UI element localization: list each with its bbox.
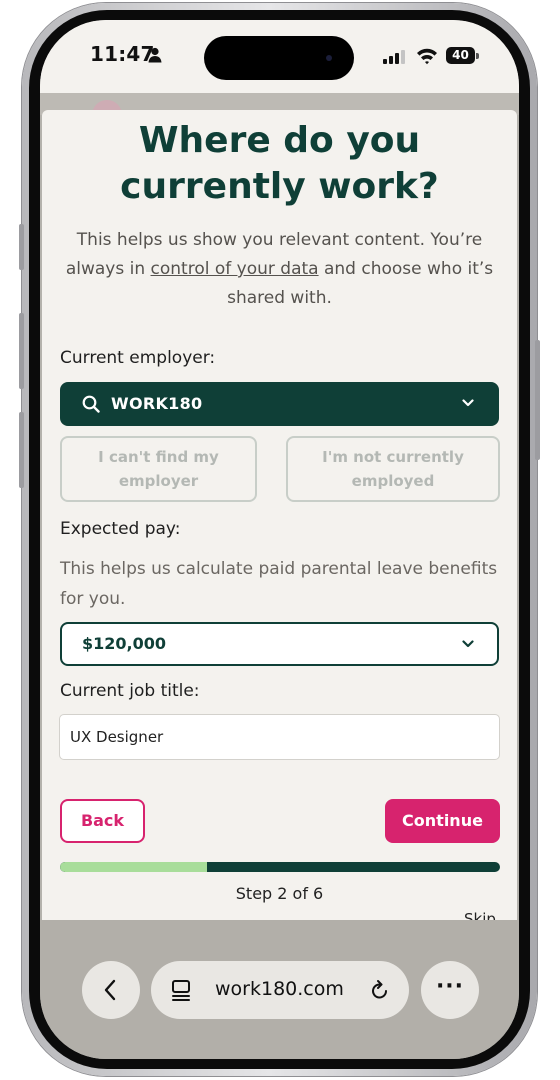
dynamic-island (204, 36, 354, 80)
continue-button[interactable]: Continue (385, 799, 500, 843)
skip-link[interactable]: Skip (464, 910, 496, 920)
tab-overview-icon (172, 980, 190, 1001)
control-of-data-link[interactable]: control of your data (151, 259, 319, 279)
more-options-button[interactable]: ··· (421, 961, 479, 1019)
not-employed-label: I'm not currently employed (322, 448, 464, 490)
person-icon (148, 47, 162, 63)
onboarding-card: Where do you currently work? This helps … (42, 110, 517, 920)
cellular-signal-icon (383, 50, 405, 64)
pay-helper-text: This helps us calculate paid parental le… (60, 559, 498, 609)
employer-value: WORK180 (111, 394, 203, 413)
address-bar[interactable]: work180.com (151, 961, 409, 1019)
step-indicator: Step 2 of 6 (235, 884, 324, 903)
job-title-label: Current job title: (60, 681, 200, 701)
chevron-down-icon (462, 399, 474, 407)
status-time: 11:47 (90, 42, 155, 66)
power-button (535, 340, 540, 460)
expected-pay-select[interactable]: $120,000 (60, 622, 499, 666)
chevron-down-icon (462, 640, 474, 648)
status-bar: 11:47 40 (40, 20, 519, 93)
employer-label: Current employer: (60, 348, 216, 368)
progress-bar (60, 862, 500, 872)
action-button (19, 224, 24, 270)
battery-icon: 40 (446, 47, 480, 65)
expected-pay-value: $120,000 (82, 634, 167, 653)
screen: 11:47 40 Where do you currently work? Th… (40, 20, 519, 1059)
url-text: work180.com (215, 978, 344, 1000)
camera-icon (326, 55, 332, 61)
browser-back-button[interactable] (82, 961, 140, 1019)
search-icon (82, 395, 100, 413)
wifi-icon (417, 48, 437, 65)
employer-select[interactable]: WORK180 (60, 382, 499, 426)
cant-find-employer-button[interactable]: I can't find my employer (60, 436, 257, 502)
cant-find-employer-label: I can't find my employer (98, 448, 219, 490)
volume-down-button (19, 412, 24, 488)
page-subtitle: This helps us show you relevant content.… (56, 226, 503, 313)
reload-icon[interactable] (370, 979, 390, 1001)
pay-label: Expected pay: (60, 519, 181, 539)
back-button[interactable]: Back (60, 799, 145, 843)
page-title: Where do you currently work? (120, 120, 439, 207)
battery-level: 40 (446, 47, 475, 64)
progress-fill (60, 862, 207, 872)
chevron-left-icon (104, 979, 116, 1001)
job-title-input[interactable]: UX Designer (59, 714, 500, 760)
volume-up-button (19, 313, 24, 389)
not-employed-button[interactable]: I'm not currently employed (286, 436, 500, 502)
